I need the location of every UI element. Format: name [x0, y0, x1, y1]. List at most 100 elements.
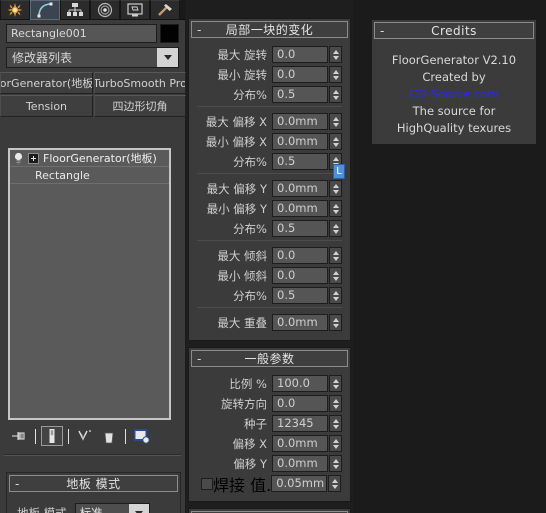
param-value[interactable]: 0.0mm	[272, 180, 328, 197]
spinner-arrows-icon[interactable]	[329, 395, 342, 412]
create-tab[interactable]	[0, 0, 30, 20]
spinner-field[interactable]: 0.5	[272, 287, 342, 304]
remove-modifier-icon[interactable]	[98, 426, 120, 446]
stack-item-rectangle[interactable]: Rectangle	[10, 167, 169, 184]
param-value[interactable]: 0.0	[272, 395, 328, 412]
spinner-arrows-icon[interactable]	[329, 86, 342, 103]
param-value[interactable]: 0.0	[272, 267, 328, 284]
spinner-arrows-icon[interactable]	[329, 287, 342, 304]
spinner-field[interactable]: 0.0	[272, 395, 342, 412]
param-rotation-distribution: 分布% 0.5	[189, 86, 350, 103]
spinner-arrows-icon[interactable]	[329, 267, 342, 284]
pin-stack-icon[interactable]	[8, 426, 30, 446]
spinner-arrows-icon[interactable]	[329, 375, 342, 392]
param-value[interactable]: 0.0mm	[272, 314, 328, 331]
spinner-field[interactable]: 0.0mm	[272, 200, 342, 217]
spinner-field[interactable]: 0.0	[272, 247, 342, 264]
param-value[interactable]: 0.0	[272, 46, 328, 63]
collapse-icon[interactable]: -	[197, 24, 201, 36]
spinner-arrows-icon[interactable]	[329, 247, 342, 264]
hierarchy-tab[interactable]	[60, 0, 90, 20]
param-value[interactable]: 0.5	[272, 153, 328, 170]
param-value[interactable]: 0.5	[272, 287, 328, 304]
weld-checkbox[interactable]	[201, 477, 213, 490]
param-label: 焊接 值.	[213, 475, 272, 495]
collapse-icon[interactable]: -	[197, 353, 201, 365]
spinner-field[interactable]: 0.0	[272, 267, 342, 284]
configure-modifier-sets-icon[interactable]	[131, 426, 153, 446]
param-value[interactable]: 0.5	[272, 86, 328, 103]
param-divider	[197, 307, 342, 308]
spinner-arrows-icon[interactable]	[329, 455, 342, 472]
spinner-field[interactable]: 0.5	[272, 86, 342, 103]
spinner-arrows-icon[interactable]	[329, 220, 342, 237]
param-value[interactable]: 0.0mm	[272, 133, 328, 150]
parameters-scroll-area[interactable]: - 局部一块的变化 最大 旋转 0.0 最小 旋转 0.0 分布% 0.5 最大…	[186, 18, 353, 513]
param-value[interactable]: 0.0	[272, 66, 328, 83]
collapse-icon[interactable]: -	[380, 25, 384, 37]
hierarchy-icon	[67, 3, 83, 16]
param-label: 分布%	[233, 288, 267, 303]
spinner-field[interactable]: 0.0mm	[272, 455, 342, 472]
param-value[interactable]: 0.0mm	[272, 455, 328, 472]
modifier-stack-toolbar	[8, 424, 171, 448]
spinner-field[interactable]: 0.0	[272, 46, 342, 63]
spinner-field[interactable]: 0.0mm	[272, 133, 342, 150]
spinner-field[interactable]: 0.0mm	[272, 113, 342, 130]
floor-mode-rollout-header[interactable]: - 地板 模式	[9, 475, 178, 492]
spinner-arrows-icon[interactable]	[329, 180, 342, 197]
spinner-field[interactable]: 0.0mm	[272, 314, 342, 331]
modifier-button-quad-chamfer[interactable]: 四边形切角	[94, 95, 186, 117]
param-value[interactable]: 0.0mm	[272, 200, 328, 217]
object-color-swatch[interactable]	[160, 24, 179, 43]
stack-expander-icon[interactable]	[28, 152, 39, 164]
spinner-arrows-icon[interactable]	[329, 314, 342, 331]
spinner-field[interactable]: 0.5	[272, 220, 342, 237]
spinner-arrows-icon[interactable]	[329, 46, 342, 63]
local-variation-rollout-header[interactable]: - 局部一块的变化	[191, 21, 348, 38]
param-value[interactable]: 0.5	[272, 220, 328, 237]
param-value[interactable]: 0.0mm	[272, 113, 328, 130]
spinner-field[interactable]: 0.0mm	[272, 180, 342, 197]
modify-tab[interactable]	[30, 0, 60, 20]
spinner-field[interactable]: 100.0	[272, 375, 342, 392]
collapse-icon[interactable]: -	[15, 478, 19, 490]
general-params-rollout-header[interactable]: - 一般参数	[191, 350, 348, 367]
link-parameter-badge[interactable]: L	[333, 164, 345, 179]
spinner-arrows-icon[interactable]	[329, 113, 342, 130]
param-value[interactable]: 0.05mm	[271, 475, 328, 492]
spinner-arrows-icon[interactable]	[329, 66, 342, 83]
motion-tab[interactable]	[90, 0, 120, 20]
spinner-arrows-icon[interactable]	[329, 200, 342, 217]
param-label: 最大 倾斜	[217, 248, 267, 263]
modifier-button-tension[interactable]: Tension	[0, 95, 93, 117]
param-value[interactable]: 12345	[272, 415, 328, 432]
spinner-field[interactable]: 0.5	[272, 153, 342, 170]
spinner-field[interactable]: 0.0	[272, 66, 342, 83]
show-end-result-icon[interactable]	[41, 426, 63, 446]
chevron-down-icon[interactable]	[157, 48, 178, 67]
param-value[interactable]: 0.0	[272, 247, 328, 264]
credits-rollout-header[interactable]: - Credits	[374, 22, 534, 39]
spinner-arrows-icon[interactable]	[329, 435, 342, 452]
credits-link-cg-source[interactable]: CG-Source.com	[372, 86, 536, 103]
spinner-field[interactable]: 0.05mm	[271, 475, 342, 492]
spinner-field[interactable]: 12345	[272, 415, 342, 432]
spinner-arrows-icon[interactable]	[329, 133, 342, 150]
modifier-stack[interactable]: FloorGenerator(地板) Rectangle	[8, 148, 171, 420]
make-unique-icon[interactable]	[74, 426, 96, 446]
param-value[interactable]: 0.0mm	[272, 435, 328, 452]
modifier-button-floorgenerator[interactable]: orGenerator(地板	[0, 72, 93, 94]
display-tab[interactable]	[120, 0, 150, 20]
spinner-arrows-icon[interactable]	[328, 475, 342, 492]
spinner-arrows-icon[interactable]	[329, 415, 342, 432]
modifier-button-turbosmooth-pro[interactable]: TurboSmooth Pro	[94, 72, 186, 94]
object-name-input[interactable]: Rectangle001	[6, 24, 157, 43]
param-value[interactable]: 100.0	[272, 375, 328, 392]
modifier-list-dropdown[interactable]: 修改器列表	[6, 47, 179, 68]
chevron-down-icon[interactable]	[128, 504, 149, 513]
stack-item-floorgenerator[interactable]: FloorGenerator(地板)	[10, 150, 169, 167]
floor-mode-select[interactable]: 标准	[74, 503, 150, 513]
utilities-tab[interactable]	[150, 0, 180, 20]
spinner-field[interactable]: 0.0mm	[272, 435, 342, 452]
